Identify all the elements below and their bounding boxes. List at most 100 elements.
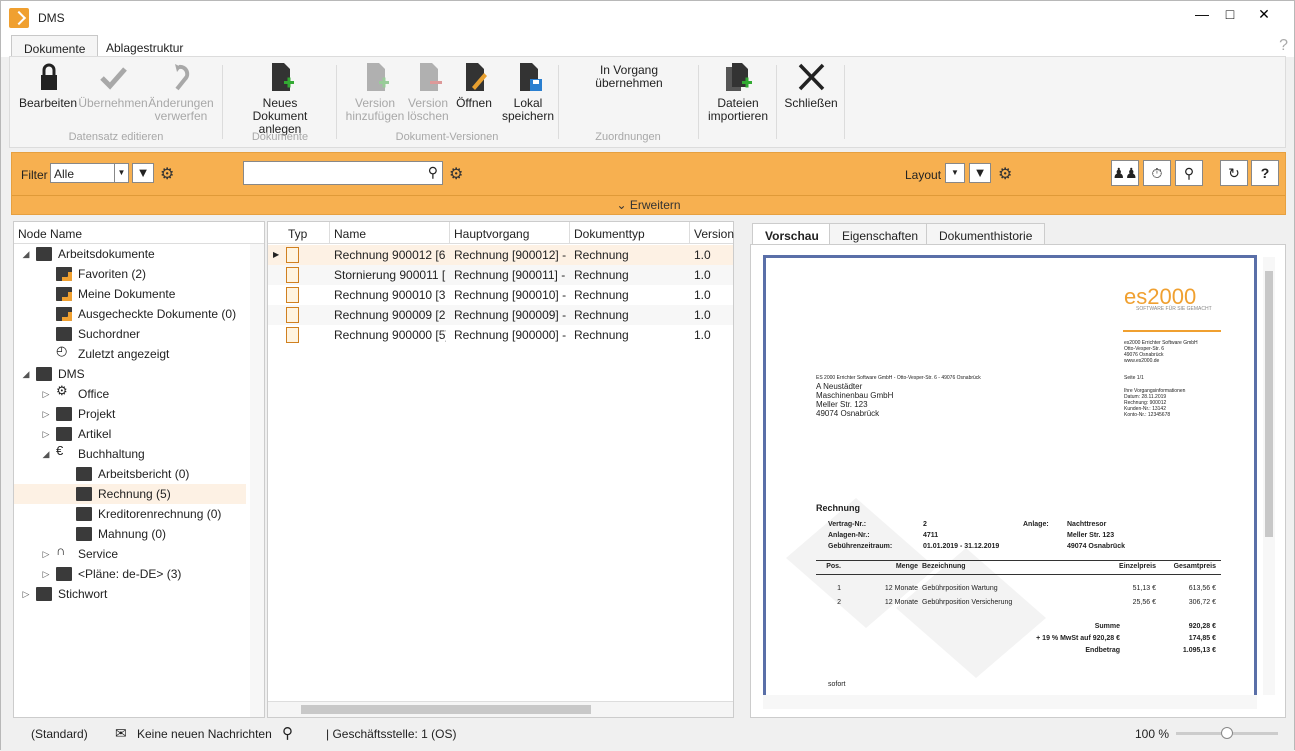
minimize-button[interactable]: — — [1187, 3, 1217, 25]
expand-arrow-icon[interactable]: ▷ — [40, 384, 52, 404]
anlage-line: 49074 Osnabrück — [1067, 543, 1125, 550]
tree-item[interactable]: ◢ DMS — [14, 364, 246, 384]
grid-horizontal-scrollbar[interactable] — [268, 701, 733, 717]
tree-item[interactable]: ◴ Zuletzt angezeigt — [14, 344, 246, 364]
tree-item-label: Service — [78, 547, 119, 561]
bearbeiten-button[interactable]: Bearbeiten — [18, 61, 78, 110]
tree-scrollbar[interactable] — [250, 244, 264, 717]
oeffnen-button[interactable]: Öffnen — [452, 61, 496, 110]
status-nachrichten[interactable]: Keine neuen Nachrichten — [137, 727, 272, 741]
tree-item[interactable]: ▷ ⚙ Office — [14, 384, 246, 404]
neues-dokument-button[interactable]: Neues Dokument anlegen — [230, 61, 330, 136]
invoice-line-cell: 1 — [837, 585, 841, 592]
layout-gear-icon[interactable]: ⚙ — [998, 164, 1012, 184]
table-cell: Rechnung — [574, 248, 629, 262]
tree-item[interactable]: Rechnung (5) — [14, 484, 246, 504]
erweitern-toggle[interactable]: ⌄ Erweitern — [12, 195, 1285, 215]
tree-item[interactable]: Ausgecheckte Dokumente (0) — [14, 304, 246, 324]
version-loeschen-button[interactable]: Version löschen — [406, 61, 450, 123]
table-row[interactable]: ▶ Rechnung 900012 [62] Rechnung [900012] -… — [268, 245, 733, 265]
zoom-slider-thumb[interactable] — [1221, 727, 1233, 739]
search-icon[interactable]: ⚲ — [282, 724, 293, 742]
preview-horizontal-scrollbar[interactable] — [763, 695, 1257, 709]
timer-button[interactable]: ⏱ — [1143, 160, 1171, 186]
tree-item[interactable]: Mahnung (0) — [14, 524, 246, 544]
col-header-dokumenttyp[interactable]: Dokumenttyp — [570, 222, 690, 244]
tab-dokumente[interactable]: Dokumente — [11, 35, 99, 57]
preview-pane: es2000 SOFTWARE FÜR SIE GEMACHT Seite 1/… — [750, 244, 1286, 718]
group-label-datensatz: Datensatz editieren — [68, 131, 164, 143]
refresh-button[interactable]: ↻ — [1220, 160, 1248, 186]
tree-item[interactable]: Suchordner — [14, 324, 246, 344]
table-row[interactable]: Rechnung 900010 [33] Rechnung [900010] -.… — [268, 285, 733, 305]
search-icon[interactable]: ⚲ — [428, 164, 438, 181]
expand-arrow-icon[interactable]: ▷ — [40, 564, 52, 584]
search-gear-icon[interactable]: ⚙ — [449, 164, 463, 184]
table-row[interactable]: Rechnung 900009 [21] Rechnung [900009] -.… — [268, 305, 733, 325]
expand-arrow-icon[interactable]: ▷ — [20, 584, 32, 604]
scroll-thumb[interactable] — [1265, 271, 1273, 537]
tree-item[interactable]: ◢ Arbeitsdokumente — [14, 244, 246, 264]
layout-funnel-button[interactable]: ▼ — [969, 163, 991, 183]
invoice-line-cell: 25,56 € — [1132, 599, 1156, 606]
project-icon — [56, 407, 72, 421]
tab-dokumenthistorie[interactable]: Dokumenthistorie — [926, 223, 1046, 245]
in-vorgang-uebernehmen-button[interactable]: In Vorgang übernehmen — [566, 64, 692, 90]
meta-value: 01.01.2019 - 31.12.2019 — [923, 543, 1000, 550]
help-icon[interactable]: ? — [1279, 37, 1288, 55]
tree-item[interactable]: Meine Dokumente — [14, 284, 246, 304]
tree-item[interactable]: Favoriten (2) — [14, 264, 246, 284]
preview-vertical-scrollbar[interactable] — [1263, 257, 1275, 695]
zoom-slider[interactable] — [1176, 727, 1278, 739]
tab-vorschau[interactable]: Vorschau — [752, 223, 832, 245]
filter-funnel-button[interactable]: ▼ — [132, 163, 154, 183]
close-window-button[interactable]: ✕ — [1249, 3, 1279, 25]
version-hinzufuegen-button[interactable]: Version hinzufügen — [344, 61, 406, 123]
col-header-hauptvorgang[interactable]: Hauptvorgang — [450, 222, 570, 244]
uebernehmen-button[interactable]: Übernehmen — [78, 61, 148, 110]
expand-arrow-icon[interactable]: ▷ — [40, 544, 52, 564]
expand-arrow-icon[interactable]: ▷ — [40, 404, 52, 424]
scroll-thumb[interactable] — [301, 705, 591, 714]
preview-button[interactable]: ⚲ — [1175, 160, 1203, 186]
tree-item[interactable]: ▷ ∩ Service — [14, 544, 246, 564]
aenderungen-verwerfen-button[interactable]: Änderungen verwerfen — [148, 61, 214, 123]
table-row[interactable]: Stornierung 900011 [... Rechnung [900011]… — [268, 265, 733, 285]
tree-item[interactable]: Arbeitsbericht (0) — [14, 464, 246, 484]
schliessen-button[interactable]: Schließen — [782, 61, 840, 110]
tab-eigenschaften[interactable]: Eigenschaften — [829, 223, 932, 245]
expand-arrow-icon[interactable]: ▷ — [40, 424, 52, 444]
search-input[interactable]: ⚲ — [243, 161, 443, 185]
group-label-versionen: Dokument-Versionen — [395, 131, 499, 143]
title-bar: DMS — □ ✕ — [1, 1, 1294, 33]
maximize-button[interactable]: □ — [1215, 3, 1245, 25]
help-button[interactable]: ? — [1251, 160, 1279, 186]
tree-item[interactable]: ▷ Stichwort — [14, 584, 246, 604]
chevron-down-icon[interactable]: ▼ — [114, 164, 128, 182]
tab-ablagestruktur[interactable]: Ablagestruktur — [94, 35, 195, 57]
dateien-importieren-button[interactable]: Dateien importieren — [704, 61, 772, 123]
tree-item[interactable]: ▷ <Pläne: de-DE> (3) — [14, 564, 246, 584]
lokal-speichern-button[interactable]: Lokal speichern — [500, 61, 556, 123]
filter-gear-icon[interactable]: ⚙ — [160, 164, 174, 184]
ribbon-separator — [336, 65, 337, 139]
tree-item-label: Suchordner — [78, 327, 141, 341]
users-button[interactable]: ♟♟ — [1111, 160, 1139, 186]
tree-item[interactable]: Kreditorenrechnung (0) — [14, 504, 246, 524]
table-cell: Rechnung [900000] -... — [454, 328, 566, 342]
col-header-version[interactable]: Version — [690, 222, 735, 244]
filter-select[interactable]: Alle ▼ — [50, 163, 129, 183]
tree-item[interactable]: ▷ Projekt — [14, 404, 246, 424]
col-header-typ[interactable]: Typ — [284, 222, 330, 244]
tree-item[interactable]: ◢ € Buchhaltung — [14, 444, 246, 464]
layout-select[interactable]: ▼ — [945, 163, 965, 183]
tree-item-label: Office — [78, 387, 110, 401]
tree-item[interactable]: ▷ Artikel — [14, 424, 246, 444]
table-row[interactable]: Rechnung 900000 [5] Rechnung [900000] -..… — [268, 325, 733, 345]
delete-version-icon — [412, 61, 445, 94]
col-header-name[interactable]: Name — [330, 222, 450, 244]
expand-arrow-icon[interactable]: ◢ — [40, 444, 52, 464]
expand-arrow-icon[interactable]: ◢ — [20, 364, 32, 384]
expand-arrow-icon[interactable]: ◢ — [20, 244, 32, 264]
tree-header[interactable]: Node Name — [14, 222, 264, 244]
